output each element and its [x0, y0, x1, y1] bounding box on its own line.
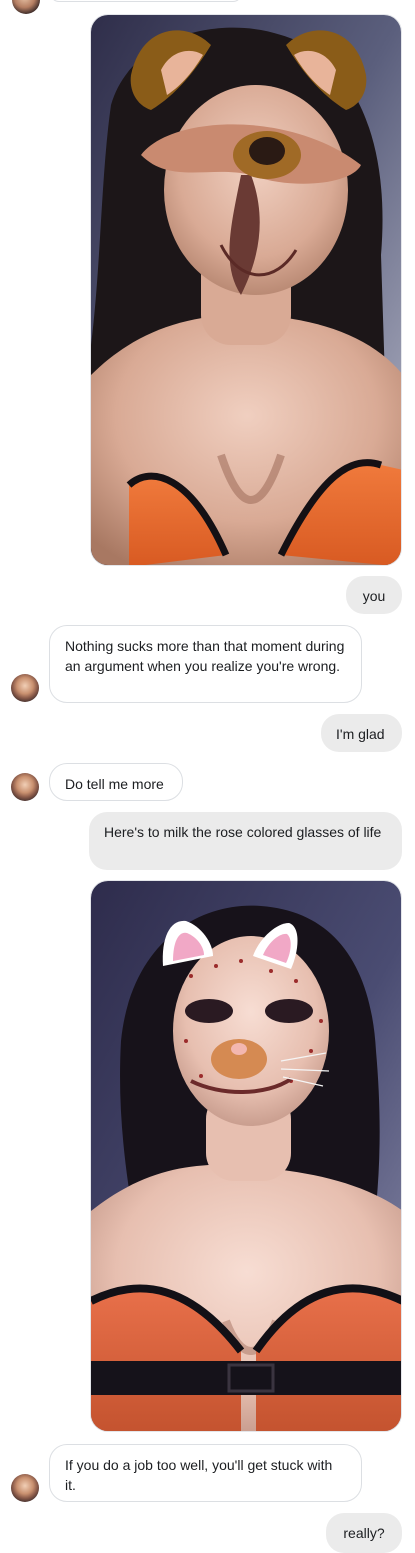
message-text: If you do a job too well, you'll get stu… — [65, 1457, 333, 1493]
contact-avatar[interactable] — [11, 674, 39, 702]
message-thread: you Nothing sucks more than that moment … — [0, 0, 415, 1553]
outgoing-message-bubble[interactable]: really? — [326, 1513, 402, 1553]
incoming-message-bubble[interactable]: If you do a job too well, you'll get stu… — [49, 1444, 362, 1502]
outgoing-message-bubble[interactable]: Here's to milk the rose colored glasses … — [89, 812, 402, 870]
contact-avatar[interactable] — [11, 1474, 39, 1502]
incoming-message-bubble[interactable] — [50, 0, 242, 2]
outgoing-message-bubble[interactable]: you — [346, 576, 402, 614]
message-text: you — [362, 588, 386, 604]
message-text: Do tell me more — [65, 776, 164, 792]
photo-image — [91, 881, 401, 1431]
contact-avatar[interactable] — [11, 773, 39, 801]
incoming-message-bubble[interactable]: Do tell me more — [49, 763, 183, 801]
outgoing-message-bubble[interactable]: I'm glad — [321, 714, 402, 752]
sent-photo[interactable] — [90, 880, 402, 1432]
message-text: really? — [343, 1525, 385, 1541]
sent-photo[interactable] — [90, 14, 402, 566]
message-text: I'm glad — [336, 726, 385, 742]
message-text: Nothing sucks more than that moment duri… — [65, 638, 345, 674]
incoming-message-bubble[interactable]: Nothing sucks more than that moment duri… — [49, 625, 362, 703]
photo-image — [91, 15, 401, 565]
contact-avatar[interactable] — [12, 0, 40, 14]
message-text: Here's to milk the rose colored glasses … — [104, 824, 382, 840]
